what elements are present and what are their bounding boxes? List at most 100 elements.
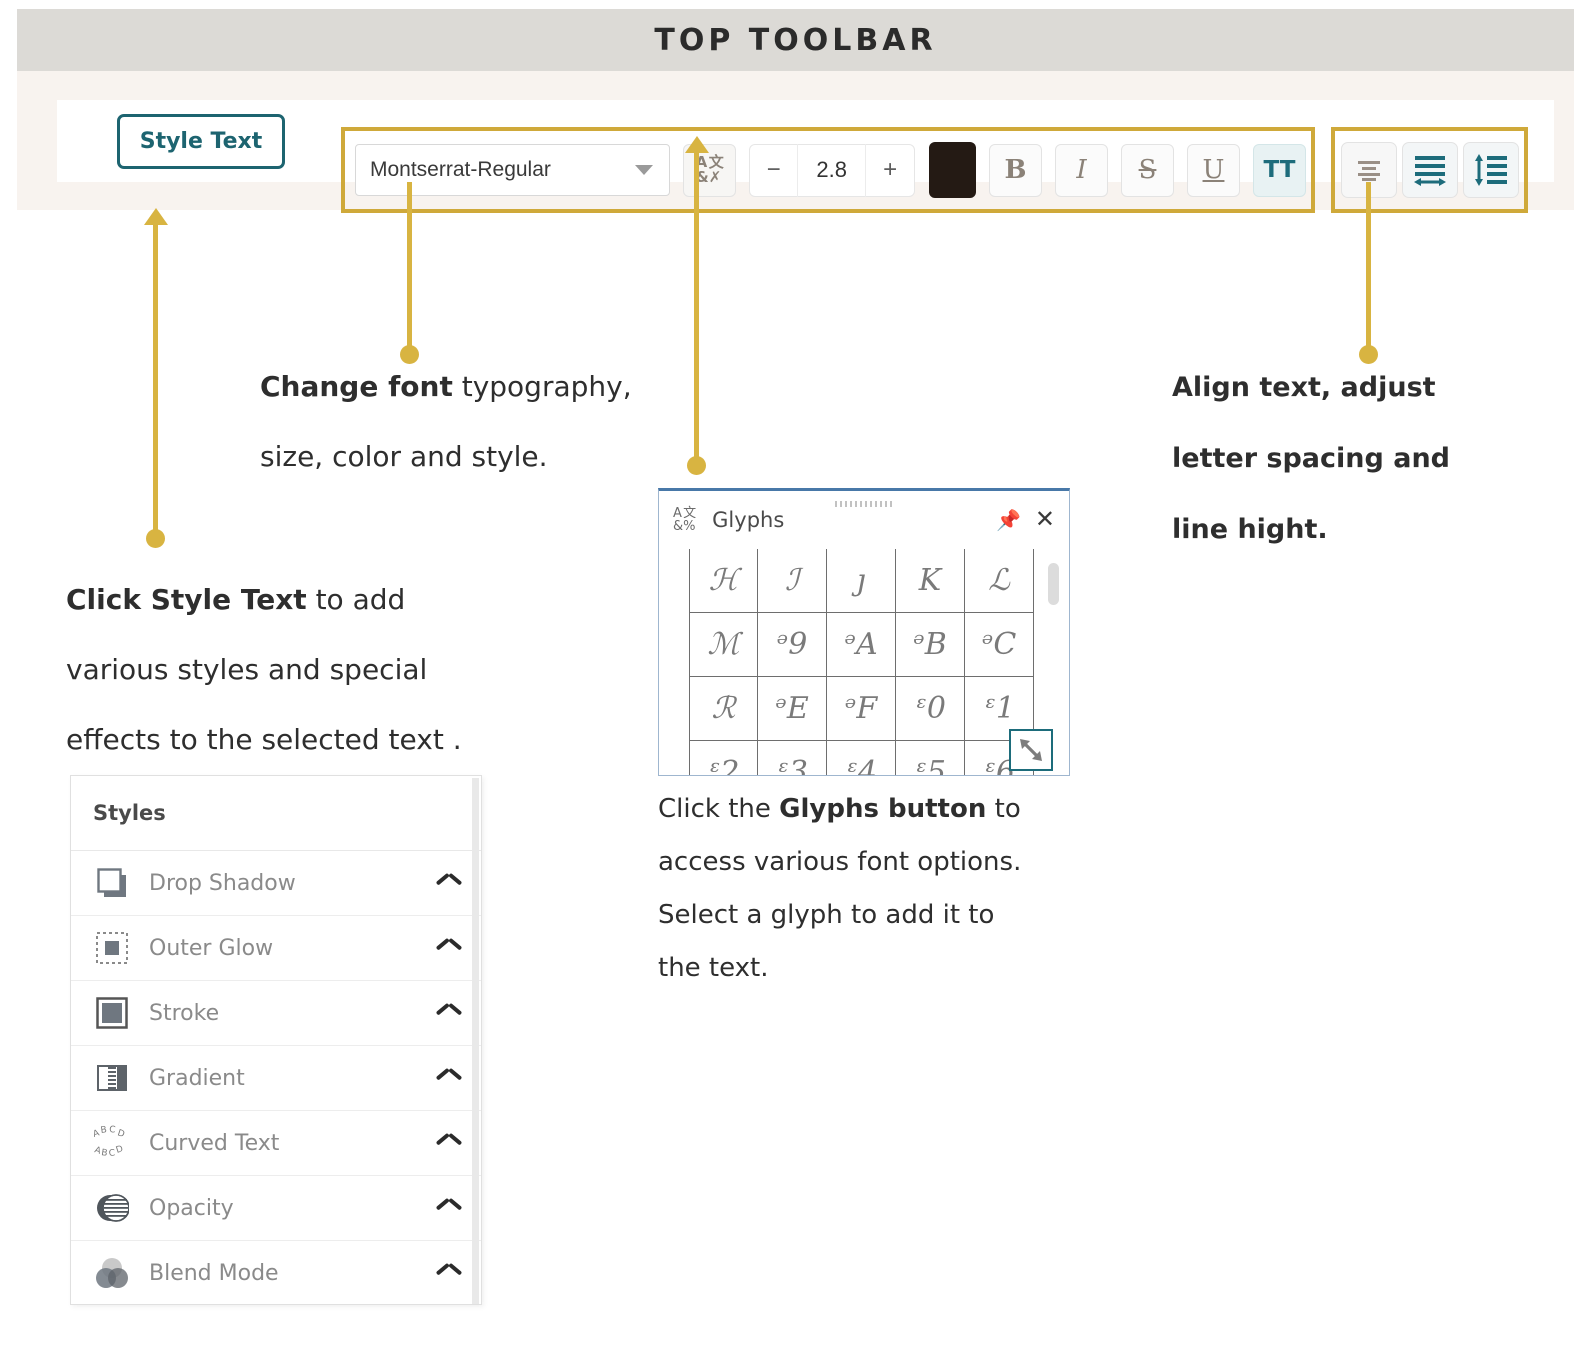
close-icon[interactable]: ✕ (1035, 508, 1055, 532)
glyph-cell[interactable]: ᵋ5 (896, 741, 965, 775)
font-controls-highlight: Montserrat-Regular A 文 & ✗ − 2.8 + B I S… (341, 127, 1315, 213)
style-row-outer-glow[interactable]: Outer Glow (71, 916, 481, 981)
glyph-cell[interactable]: ᵊ9 (758, 613, 827, 677)
annotation-style-text-line3: effects to the selected text . (66, 723, 462, 756)
bold-button[interactable]: B (989, 143, 1042, 197)
annotation-glyphs-line1: Click the Glyphs button to (658, 783, 1108, 836)
outer-glow-icon (91, 928, 133, 968)
chevron-up-icon[interactable] (437, 1136, 461, 1150)
section-header: TOP TOOLBAR (17, 9, 1574, 71)
underline-label: U (1202, 155, 1225, 185)
blend-mode-icon (91, 1253, 133, 1293)
glyph-cell[interactable]: ℳ (689, 613, 758, 677)
style-row-blend-mode[interactable]: Blend Mode (71, 1241, 481, 1304)
style-label: Stroke (149, 1000, 220, 1026)
annotation-glyphs: Click the Glyphs button to access variou… (658, 783, 1108, 995)
annotation-change-font: Change font typography, size, color and … (260, 352, 940, 492)
glyphs-panel-scrollbar[interactable] (1048, 563, 1059, 605)
annotation-change-font-rest: typography, (452, 370, 632, 403)
style-row-stroke[interactable]: Stroke (71, 981, 481, 1046)
glyph-cell[interactable]: ᵊB (896, 613, 965, 677)
annotation-change-font-bold: Change font (260, 370, 453, 403)
tutorial-page: TOP TOOLBAR Style Text Montserrat-Regula… (0, 0, 1591, 1356)
glyph-cell[interactable]: ȷ (827, 549, 896, 613)
line-height-icon (1474, 154, 1507, 186)
chevron-up-icon[interactable] (437, 1006, 461, 1020)
leader-arrow-glyphs (685, 136, 709, 153)
drag-grip-icon[interactable] (835, 501, 893, 507)
chevron-up-icon[interactable] (437, 941, 461, 955)
glyph-cell[interactable]: ᵊC (965, 613, 1034, 677)
align-controls-highlight (1331, 127, 1528, 213)
drop-shadow-icon (91, 863, 133, 903)
text-color-swatch[interactable] (929, 142, 976, 198)
letter-spacing-button[interactable] (1401, 142, 1458, 198)
chevron-down-icon (635, 165, 654, 175)
stroke-icon (91, 993, 133, 1033)
glyph-cell[interactable]: ᵋ2 (689, 741, 758, 775)
glyph-cell[interactable]: ᵊE (758, 677, 827, 741)
font-family-select[interactable]: Montserrat-Regular (355, 144, 671, 196)
strikethrough-button[interactable]: S (1121, 143, 1174, 197)
italic-button[interactable]: I (1055, 143, 1108, 197)
leader-line-align (1366, 182, 1371, 357)
annotation-align-line2: letter spacing and (1172, 443, 1451, 474)
glyphs-icon: A 文 &% (673, 506, 697, 534)
opacity-icon (91, 1188, 133, 1228)
svg-text:B: B (101, 1148, 109, 1159)
glyph-cell[interactable]: ᵊF (827, 677, 896, 741)
glyph-cell[interactable]: ℛ (689, 677, 758, 741)
underline-button[interactable]: U (1187, 143, 1240, 197)
chevron-up-icon[interactable] (437, 1266, 461, 1280)
glyph-cell[interactable]: ᵋ4 (827, 741, 896, 775)
font-family-value: Montserrat-Regular (370, 158, 551, 181)
curved-text-icon: A B C D A B C D (91, 1123, 133, 1163)
chevron-up-icon[interactable] (437, 876, 461, 890)
style-row-drop-shadow[interactable]: Drop Shadow (71, 851, 481, 916)
style-text-label: Style Text (139, 128, 263, 154)
font-size-stepper: − 2.8 + (749, 143, 916, 197)
letter-spacing-icon (1413, 156, 1446, 186)
glyph-cell[interactable]: ℋ (689, 549, 758, 613)
styles-panel: Styles Drop Shadow Outer Glow Stroke Gra… (70, 775, 482, 1305)
styles-panel-scrollbar[interactable] (472, 778, 479, 1304)
line-height-button[interactable] (1462, 142, 1519, 198)
chevron-up-icon[interactable] (437, 1201, 461, 1215)
annotation-glyphs-pre: Click the (658, 794, 780, 824)
glyphs-panel-header: A 文 &% Glyphs 📌 ✕ (659, 491, 1069, 549)
glyph-cell[interactable]: ℐ (758, 549, 827, 613)
resize-handle-icon[interactable] (1009, 729, 1053, 771)
font-size-increase-button[interactable]: + (866, 144, 914, 197)
glyphs-icon: A 文 & ✗ (696, 155, 724, 185)
annotation-style-text-rest: to add (306, 583, 406, 616)
glyph-cell[interactable]: ℒ (965, 549, 1034, 613)
annotation-style-text-line1: Click Style Text to add (66, 565, 586, 635)
top-toolbar: Style Text Montserrat-Regular A 文 & ✗ − … (57, 100, 1554, 213)
font-size-value[interactable]: 2.8 (798, 143, 867, 197)
glyphs-panel-title: Glyphs (712, 508, 785, 532)
pin-icon[interactable]: 📌 (996, 508, 1021, 533)
leader-line-style-text (153, 224, 158, 540)
style-row-opacity[interactable]: Opacity (71, 1176, 481, 1241)
bold-label: B (1004, 155, 1027, 185)
style-row-curved-text[interactable]: A B C D A B C D Curved Text (71, 1111, 481, 1176)
glyph-cell[interactable]: K (896, 549, 965, 613)
annotation-change-font-line2: size, color and style. (260, 440, 548, 473)
all-caps-button[interactable]: TT (1253, 143, 1306, 197)
glyph-cell[interactable]: ᵊA (827, 613, 896, 677)
annotation-glyphs-bold: Glyphs button (779, 794, 987, 824)
svg-text:C: C (108, 1148, 115, 1159)
gradient-icon (91, 1058, 133, 1098)
style-row-gradient[interactable]: Gradient (71, 1046, 481, 1111)
annotation-style-text-bold: Click Style Text (66, 583, 307, 616)
annotation-glyphs-line2: access various font options. (658, 847, 1022, 877)
chevron-up-icon[interactable] (437, 1071, 461, 1085)
style-text-button[interactable]: Style Text (117, 113, 285, 169)
glyph-cell[interactable]: ᵋ0 (896, 677, 965, 741)
svg-text:D: D (115, 1144, 125, 1156)
text-align-icon (1357, 161, 1380, 181)
glyph-cell[interactable]: ᵋ3 (758, 741, 827, 775)
glyphs-panel: A 文 &% Glyphs 📌 ✕ ℋ ℐȷ K ℒ ℳᵊ9 ᵊA ᵊB ᵊC ℛᵊE ᵊF ᵋ0 ᵋ1 ᵋ… (658, 488, 1070, 776)
annotation-style-text-line2: various styles and special (66, 653, 428, 686)
font-size-decrease-button[interactable]: − (750, 143, 799, 197)
